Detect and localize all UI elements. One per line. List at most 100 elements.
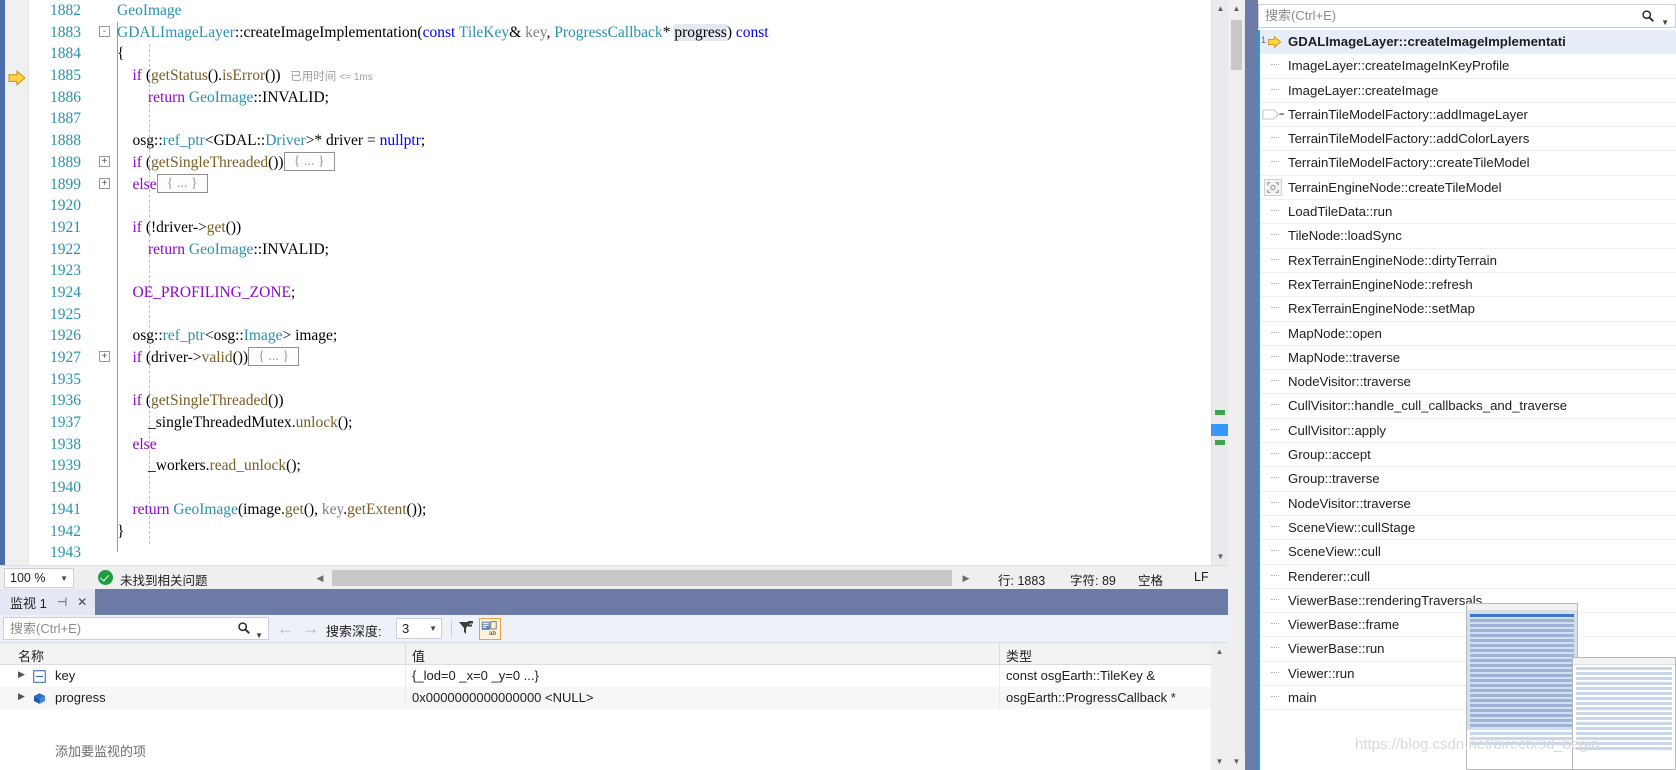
code-line[interactable]: 1920 bbox=[29, 195, 1228, 217]
code-line[interactable]: 1886 return GeoImage::INVALID; bbox=[29, 87, 1228, 109]
watch-variables-grid[interactable]: 名称 值 类型 ▶ key {_lod=0 _x=0 _y=0 ...} const … bbox=[0, 643, 1228, 770]
call-stack-frame-row[interactable]: TerrainTileModelFactory::createTileModel bbox=[1260, 151, 1676, 176]
expand-chevron-icon[interactable]: ▶ bbox=[18, 691, 25, 702]
code-lines[interactable]: 1882 GeoImage 1883- GDALImageLayer::createI… bbox=[29, 0, 1228, 564]
call-stack-frame-row[interactable]: ImageLayer::createImageInKeyProfile bbox=[1260, 54, 1676, 79]
call-stack-frame-row[interactable]: TerrainEngineNode::createTileModel bbox=[1260, 176, 1676, 201]
hexadecimal-display-toggle[interactable]: ab bbox=[479, 618, 501, 640]
call-stack-frame-row[interactable]: CullVisitor::handle_cull_callbacks_and_t… bbox=[1260, 394, 1676, 419]
scrollbar-thumb[interactable] bbox=[1211, 424, 1228, 436]
code-line[interactable]: 1937 _singleThreadedMutex.unlock(); bbox=[29, 412, 1228, 434]
filter-button[interactable] bbox=[455, 618, 477, 640]
code-line[interactable]: 1926 osg::ref_ptr<osg::Image> image; bbox=[29, 325, 1228, 347]
code-line[interactable]: 1884 { bbox=[29, 43, 1228, 65]
watch-variable-value[interactable]: {_lod=0 _x=0 _y=0 ...} bbox=[412, 668, 539, 683]
scroll-left-arrow-icon[interactable]: ◀ bbox=[312, 570, 328, 586]
zoom-level-dropdown[interactable]: 100 % ▼ bbox=[4, 568, 74, 588]
call-stack-frame-row[interactable]: TerrainTileModelFactory::addColorLayers bbox=[1260, 127, 1676, 152]
code-line[interactable]: 1923 bbox=[29, 260, 1228, 282]
search-icon[interactable] bbox=[1641, 9, 1655, 23]
watch-variable-name[interactable]: key bbox=[55, 668, 75, 683]
watch-row[interactable]: ▶ progress 0x0000000000000000 <NULL> osgEar… bbox=[0, 687, 1228, 709]
collapsed-block-placeholder[interactable]: { ... } bbox=[156, 173, 208, 193]
call-stack-frame-row[interactable]: MapNode::traverse bbox=[1260, 346, 1676, 371]
scrollbar-thumb[interactable] bbox=[1231, 20, 1242, 70]
code-line[interactable]: 1887 bbox=[29, 108, 1228, 130]
close-icon[interactable]: ✕ bbox=[77, 595, 87, 609]
watch-search-input[interactable]: 搜索(Ctrl+E) ▼ bbox=[3, 617, 269, 640]
code-scroll-region[interactable]: 1882 GeoImage 1883- GDALImageLayer::createI… bbox=[29, 0, 1228, 565]
code-line[interactable]: 1936 if (getSingleThreaded()) bbox=[29, 390, 1228, 412]
code-line[interactable]: 1925 bbox=[29, 304, 1228, 326]
call-stack-frame-row[interactable]: SceneView::cull bbox=[1260, 540, 1676, 565]
call-stack-frame-row[interactable]: RexTerrainEngineNode::dirtyTerrain bbox=[1260, 249, 1676, 273]
scroll-up-arrow-icon[interactable]: ▲ bbox=[1211, 643, 1228, 660]
code-line[interactable]: 1922 return GeoImage::INVALID; bbox=[29, 239, 1228, 261]
call-stack-frame-row[interactable]: Renderer::cull bbox=[1260, 565, 1676, 589]
nav-forward-arrow-icon[interactable]: → bbox=[302, 619, 319, 639]
code-line[interactable]: 1941 return GeoImage(image.get(), key.ge… bbox=[29, 499, 1228, 521]
code-line[interactable]: 1883 - GDALImageLayer::createImageImplemen… bbox=[29, 22, 1228, 44]
code-line[interactable]: 1888 osg::ref_ptr<GDAL::Driver>* driver … bbox=[29, 130, 1228, 152]
code-line[interactable]: 1889 + if (getSingleThreaded()){ ... } bbox=[29, 151, 1228, 174]
scroll-down-arrow-icon[interactable]: ▼ bbox=[1212, 548, 1228, 565]
column-header-type[interactable]: 类型 bbox=[1006, 646, 1032, 665]
code-line[interactable]: 1924 OE_PROFILING_ZONE; bbox=[29, 282, 1228, 304]
code-line[interactable]: 1927 + if (driver->valid()){ ... } bbox=[29, 347, 1228, 369]
code-line[interactable]: 1899 + else{ ... } bbox=[29, 173, 1228, 196]
code-line[interactable]: 1885 if (getStatus().isError()) 已用时间 <= … bbox=[29, 65, 1228, 87]
column-header-name[interactable]: 名称 bbox=[18, 646, 44, 665]
code-editor[interactable]: 1882 GeoImage 1883- GDALImageLayer::createI… bbox=[0, 0, 1228, 565]
expand-region-icon[interactable]: + bbox=[99, 155, 110, 167]
code-line[interactable]: 1943 bbox=[29, 542, 1228, 564]
nav-back-arrow-icon[interactable]: ← bbox=[277, 619, 294, 639]
code-line[interactable]: 1942} bbox=[29, 521, 1228, 543]
call-stack-frame-row[interactable]: RexTerrainEngineNode::setMap bbox=[1260, 297, 1676, 322]
call-stack-frame-row[interactable]: NodeVisitor::traverse bbox=[1260, 492, 1676, 516]
editor-horizontal-scrollbar[interactable]: ◀ ▶ bbox=[308, 567, 980, 589]
search-icon[interactable] bbox=[237, 621, 251, 635]
collapsed-block-placeholder[interactable]: { ... } bbox=[248, 347, 300, 366]
call-stack-frame-row[interactable]: ImageLayer::createImage bbox=[1260, 79, 1676, 103]
watch-variable-value[interactable]: 0x0000000000000000 <NULL> bbox=[412, 690, 593, 705]
code-line[interactable]: 1921 if (!driver->get()) bbox=[29, 217, 1228, 239]
search-depth-dropdown[interactable]: 3 ▼ bbox=[396, 618, 442, 639]
call-stack-frame-row[interactable]: TileNode::loadSync bbox=[1260, 224, 1676, 249]
watch-variable-name[interactable]: progress bbox=[55, 690, 106, 705]
collapsed-block-placeholder[interactable]: { ... } bbox=[283, 151, 335, 171]
call-stack-frame-row[interactable]: RexTerrainEngineNode::refresh bbox=[1260, 273, 1676, 298]
call-stack-frame-row[interactable]: Group::traverse bbox=[1260, 467, 1676, 492]
call-stack-frame-row[interactable]: 1 GDALImageLayer::createImageImplementati bbox=[1260, 30, 1676, 55]
watch-row[interactable]: ▶ key {_lod=0 _x=0 _y=0 ...} const osgEarth… bbox=[0, 665, 1228, 687]
watch-vertical-scrollbar[interactable]: ▲ ▼ bbox=[1211, 643, 1228, 770]
expand-chevron-icon[interactable]: ▶ bbox=[18, 669, 25, 680]
scroll-down-arrow-icon[interactable]: ▼ bbox=[1211, 753, 1228, 770]
call-stack-frame-row[interactable]: MapNode::open bbox=[1260, 322, 1676, 346]
call-stack-outer-scrollbar[interactable]: ▲ ▼ bbox=[1228, 0, 1245, 770]
scroll-down-arrow-icon[interactable]: ▼ bbox=[1228, 753, 1245, 770]
scroll-up-arrow-icon[interactable]: ▲ bbox=[1228, 0, 1245, 17]
hscrollbar-thumb[interactable] bbox=[332, 570, 952, 586]
call-stack-frame-row[interactable]: LoadTileData::run bbox=[1260, 200, 1676, 225]
add-watch-item-hint[interactable]: 添加要监视的项 bbox=[55, 741, 146, 760]
call-stack-frame-row[interactable]: TerrainTileModelFactory::addImageLayer bbox=[1260, 103, 1676, 128]
expand-region-icon[interactable]: + bbox=[99, 177, 110, 189]
pin-icon[interactable]: ⊣ bbox=[57, 595, 67, 609]
expand-region-icon[interactable]: + bbox=[99, 351, 110, 362]
editor-vertical-scrollbar[interactable]: ▲ ▼ bbox=[1211, 0, 1228, 565]
scroll-right-arrow-icon[interactable]: ▶ bbox=[958, 570, 974, 586]
call-stack-frame-row[interactable]: SceneView::cullStage bbox=[1260, 516, 1676, 541]
column-header-value[interactable]: 值 bbox=[412, 646, 425, 665]
code-line[interactable]: 1935 bbox=[29, 369, 1228, 391]
code-line[interactable]: 1938 else bbox=[29, 434, 1228, 456]
scroll-up-arrow-icon[interactable]: ▲ bbox=[1212, 0, 1228, 17]
collapse-region-icon[interactable]: - bbox=[99, 25, 110, 37]
code-line[interactable]: 1939 _workers.read_unlock(); bbox=[29, 455, 1228, 477]
code-line[interactable]: 1882 GeoImage bbox=[29, 0, 1228, 22]
call-stack-frame-row[interactable]: NodeVisitor::traverse bbox=[1260, 370, 1676, 395]
code-line[interactable]: 1940 bbox=[29, 477, 1228, 499]
call-stack-frame-row[interactable]: Group::accept bbox=[1260, 443, 1676, 468]
call-stack-search-input[interactable]: 搜索(Ctrl+E) ▼ bbox=[1258, 4, 1676, 28]
tab-watch-1[interactable]: 监视 1 ⊣ ✕ bbox=[0, 589, 96, 615]
call-stack-frame-row[interactable]: CullVisitor::apply bbox=[1260, 419, 1676, 444]
